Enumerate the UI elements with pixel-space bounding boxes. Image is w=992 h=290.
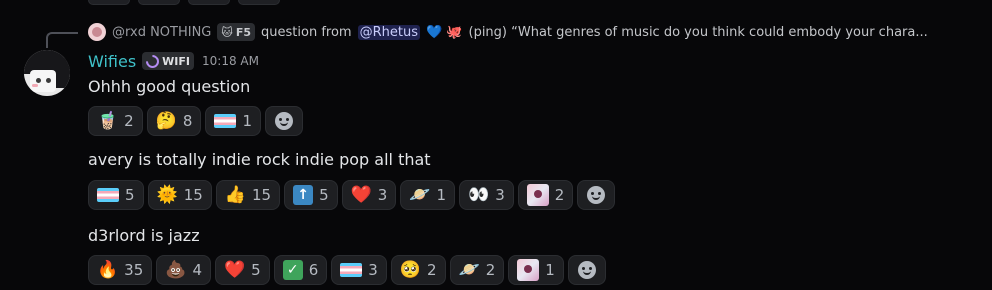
message-header: Wifies WIFI 10:18 AM xyxy=(88,50,259,72)
reaction-custom-sticker[interactable]: 1 xyxy=(508,255,564,285)
reply-author-avatar[interactable] xyxy=(88,23,106,41)
trans-flag-icon xyxy=(97,188,119,202)
reply-preview[interactable]: @rxd NOTHING 🐱 F5 question from @Rhetus … xyxy=(88,21,988,43)
reaction-eyes[interactable]: 👀 3 xyxy=(459,180,514,210)
reaction-count: 3 xyxy=(495,186,505,204)
reaction-poop[interactable]: 💩 4 xyxy=(156,255,211,285)
add-reaction-icon xyxy=(577,261,596,279)
reaction-count: 1 xyxy=(545,261,555,279)
check-mark-icon: ✓ xyxy=(282,260,303,280)
eyes-icon: 👀 xyxy=(468,184,490,205)
ringed-planet-icon: 🪐 xyxy=(409,184,431,205)
trans-flag-icon xyxy=(214,114,237,128)
reaction-pleading-face[interactable]: 🥺 2 xyxy=(390,255,446,285)
reply-mention-emojis: 💙 🐙 xyxy=(425,24,463,40)
add-reaction-icon xyxy=(274,112,293,130)
timestamp[interactable]: 10:18 AM xyxy=(202,54,259,68)
reaction-trans-flag[interactable]: 5 xyxy=(88,180,144,210)
custom-sticker-icon xyxy=(517,259,540,281)
reaction-count: 35 xyxy=(124,261,144,279)
message-text: Ohhh good question xyxy=(88,77,251,96)
reaction-count: 1 xyxy=(242,112,252,130)
message-text: d3rlord is jazz xyxy=(88,226,200,245)
avatar-eye xyxy=(46,78,51,83)
avatar-face xyxy=(30,70,56,92)
avatar-eye xyxy=(36,78,41,83)
avatar-hair-side xyxy=(54,58,70,88)
heart-icon: ❤️ xyxy=(350,184,372,205)
message-text: avery is totally indie rock indie pop al… xyxy=(88,150,431,169)
reaction-heart[interactable]: ❤️ 5 xyxy=(214,255,270,285)
reaction-count: 15 xyxy=(251,186,272,204)
reaction-planet[interactable]: 🪐 1 xyxy=(400,180,456,210)
fire-icon: 🔥 xyxy=(97,259,119,280)
reaction-count: 2 xyxy=(554,186,565,204)
reaction-count: 8 xyxy=(182,112,193,130)
sun-icon: 🌞 xyxy=(156,184,178,205)
reply-mention[interactable]: @Rhetus xyxy=(357,24,420,40)
custom-sticker-icon xyxy=(526,184,549,206)
ringed-planet-icon: 🪐 xyxy=(458,259,480,280)
guild-tag[interactable]: WIFI xyxy=(142,51,195,71)
reaction-edge xyxy=(88,0,130,5)
cat-icon: 🐱 xyxy=(221,25,233,39)
poop-icon: 💩 xyxy=(165,259,187,280)
add-reaction-button[interactable] xyxy=(577,180,616,210)
reaction-trans-flag[interactable]: 3 xyxy=(331,255,387,285)
thumbs-up-icon: 👍 xyxy=(224,184,246,205)
reaction-count: 6 xyxy=(308,261,319,279)
reaction-trans-flag[interactable]: 1 xyxy=(205,106,261,136)
reaction-count: 2 xyxy=(426,261,437,279)
reaction-edge xyxy=(238,0,280,5)
username[interactable]: Wifies xyxy=(88,52,136,71)
reaction-count: 4 xyxy=(192,261,202,279)
reaction-count: 1 xyxy=(436,186,447,204)
previous-message-reactions-edge xyxy=(88,0,280,5)
reaction-count: 15 xyxy=(183,186,203,204)
guild-tag-icon xyxy=(143,51,162,71)
add-reaction-icon xyxy=(587,186,606,204)
reaction-bubble-tea[interactable]: 🧋 2 xyxy=(88,106,143,136)
reply-connector xyxy=(46,32,78,48)
reaction-fire[interactable]: 🔥 35 xyxy=(88,255,153,285)
avatar-blush xyxy=(32,84,38,87)
reaction-planet[interactable]: 🪐 2 xyxy=(449,255,505,285)
add-reaction-button[interactable] xyxy=(264,106,303,136)
reaction-count: 2 xyxy=(485,261,496,279)
reaction-count: 3 xyxy=(377,186,388,204)
reaction-edge xyxy=(138,0,180,5)
add-reaction-button[interactable] xyxy=(567,255,606,285)
thinking-face-icon: 🤔 xyxy=(155,110,177,131)
reply-lead-text: question from xyxy=(261,24,352,40)
reaction-count: 2 xyxy=(124,112,134,130)
reaction-row: 5 🌞 15 👍 15 ↑ 5 ❤️ 3 🪐 1 👀 3 2 xyxy=(88,180,616,210)
reaction-row: 🔥 35 💩 4 ❤️ 5 ✓ 6 3 🥺 2 🪐 2 1 xyxy=(88,255,606,285)
reaction-row: 🧋 2 🤔 8 1 xyxy=(88,106,303,136)
reply-author-tag-label: F5 xyxy=(235,25,252,39)
reaction-count: 5 xyxy=(125,186,135,204)
reaction-custom-sticker[interactable]: 2 xyxy=(517,180,574,210)
reaction-heart[interactable]: ❤️ 3 xyxy=(341,180,397,210)
pleading-face-icon: 🥺 xyxy=(399,259,421,280)
reaction-sun[interactable]: 🌞 15 xyxy=(147,180,212,210)
heart-icon: ❤️ xyxy=(223,259,246,280)
reaction-count: 3 xyxy=(368,261,378,279)
reaction-up-arrow[interactable]: ↑ 5 xyxy=(284,180,338,210)
reaction-edge xyxy=(188,0,230,5)
reply-snippet[interactable]: (ping) “What genres of music do you thin… xyxy=(469,25,928,40)
reaction-check-mark[interactable]: ✓ 6 xyxy=(273,255,328,285)
bubble-tea-icon: 🧋 xyxy=(97,110,119,131)
reaction-count: 5 xyxy=(319,186,329,204)
reply-author-tag[interactable]: 🐱 F5 xyxy=(217,23,256,41)
avatar[interactable] xyxy=(24,50,70,96)
reaction-thumbs-up[interactable]: 👍 15 xyxy=(215,180,281,210)
reply-author-name[interactable]: @rxd NOTHING xyxy=(112,25,211,40)
up-arrow-icon: ↑ xyxy=(293,185,314,205)
reaction-count: 5 xyxy=(251,261,261,279)
reaction-thinking[interactable]: 🤔 8 xyxy=(146,106,202,136)
guild-tag-label: WIFI xyxy=(162,54,191,68)
trans-flag-icon xyxy=(340,263,363,277)
